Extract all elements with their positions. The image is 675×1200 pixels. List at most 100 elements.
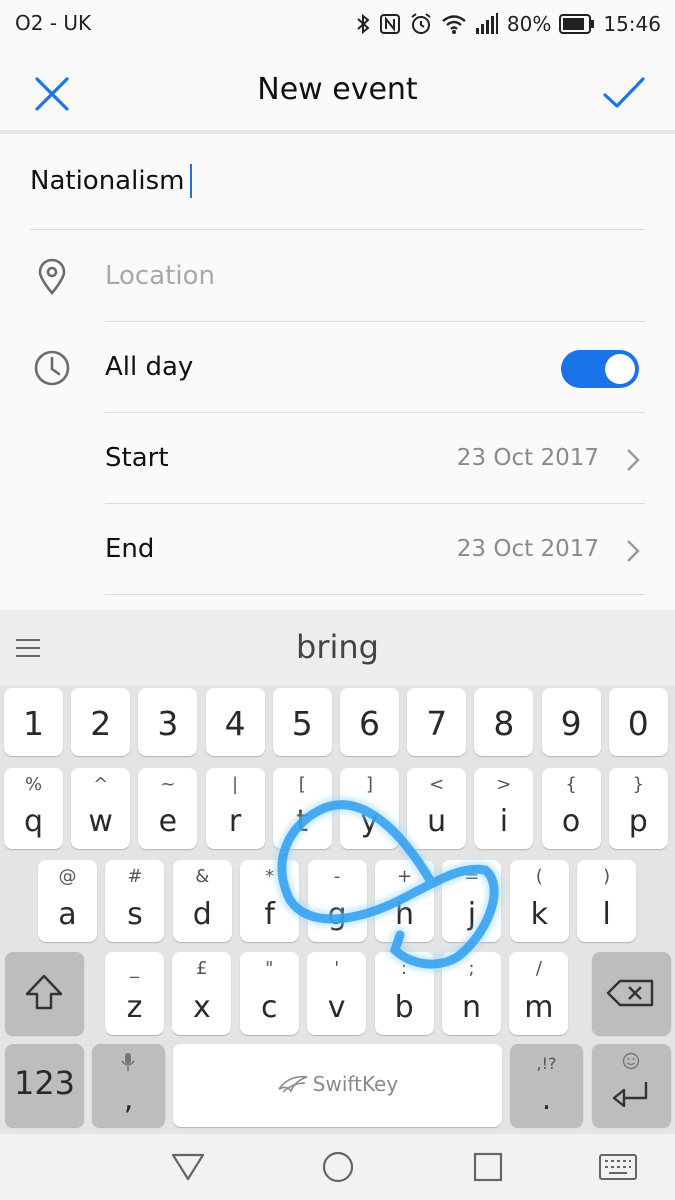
end-row[interactable]: End 23 Oct 2017 bbox=[0, 504, 675, 595]
key-q-label: q bbox=[23, 804, 44, 839]
key-o-alt-label: { bbox=[565, 774, 577, 795]
all-day-label: All day bbox=[105, 352, 194, 382]
location-row[interactable]: Location bbox=[0, 231, 675, 322]
key-z-alt-label: _ bbox=[130, 958, 139, 979]
key-d[interactable]: & d bbox=[172, 860, 232, 942]
page-title: New event bbox=[257, 72, 418, 107]
battery-icon bbox=[559, 14, 595, 34]
key-a[interactable]: @ a bbox=[38, 860, 97, 942]
key-v[interactable]: ' v bbox=[307, 952, 367, 1035]
key-p-alt-label: } bbox=[632, 774, 645, 795]
key-n-label: n bbox=[461, 990, 481, 1025]
event-title-text: Nationalism bbox=[30, 166, 185, 196]
key-6[interactable]: 6 bbox=[340, 688, 399, 756]
comma-key[interactable]: , bbox=[92, 1044, 165, 1127]
keyboard-switch-icon[interactable] bbox=[598, 1149, 638, 1185]
key-q-alt-label: % bbox=[24, 774, 43, 795]
key-b[interactable]: :b bbox=[374, 952, 434, 1035]
back-icon[interactable] bbox=[168, 1149, 208, 1185]
enter-key[interactable] bbox=[592, 1044, 671, 1127]
key-o[interactable]: {o bbox=[541, 768, 601, 849]
key-n[interactable]: ; n bbox=[442, 952, 501, 1035]
key-0[interactable]: 0 bbox=[608, 688, 668, 756]
key-j[interactable]: = j bbox=[442, 860, 502, 942]
shift-icon bbox=[25, 974, 63, 1010]
key-x[interactable]: £ x bbox=[172, 952, 232, 1035]
key-z[interactable]: _ z bbox=[105, 952, 164, 1035]
signal-icon bbox=[475, 13, 498, 34]
chevron-right-icon bbox=[627, 449, 640, 471]
key-l-label: l bbox=[602, 897, 611, 932]
key-p[interactable]: } p bbox=[608, 768, 668, 849]
key-c[interactable]: " c bbox=[239, 952, 299, 1035]
key-f[interactable]: * f bbox=[240, 860, 300, 942]
key-k-alt-label: ( bbox=[535, 866, 543, 887]
end-date: 23 Oct 2017 bbox=[456, 536, 599, 562]
key-h[interactable]: + h bbox=[375, 860, 434, 942]
word-suggestion[interactable]: bring bbox=[0, 628, 675, 666]
start-row[interactable]: Start 23 Oct 2017 bbox=[0, 413, 675, 504]
key-8[interactable]: 8 bbox=[474, 688, 534, 756]
key-s[interactable]: # s bbox=[105, 860, 165, 942]
key-e[interactable]: ~ e bbox=[138, 768, 198, 849]
key-q[interactable]: % q bbox=[4, 768, 63, 849]
key-z-label: z bbox=[126, 990, 143, 1025]
enter-icon bbox=[612, 1082, 648, 1108]
save-button[interactable] bbox=[601, 70, 647, 116]
location-input[interactable]: Location bbox=[105, 261, 215, 291]
numbers-key[interactable]: 123 bbox=[5, 1044, 84, 1127]
key-w-alt-label: ^ bbox=[93, 774, 109, 795]
event-title-field[interactable]: Nationalism bbox=[30, 134, 645, 230]
key-k[interactable]: (k bbox=[509, 860, 569, 942]
suggestion-bar: bring bbox=[0, 610, 675, 686]
shift-key[interactable] bbox=[5, 952, 84, 1035]
key-l[interactable]: ) l bbox=[577, 860, 637, 942]
key-1[interactable]: 1 bbox=[4, 688, 63, 756]
key-2[interactable]: 2 bbox=[71, 688, 131, 756]
backspace-key[interactable] bbox=[592, 952, 671, 1035]
key-4[interactable]: 4 bbox=[205, 688, 265, 756]
event-title-input[interactable]: Nationalism bbox=[30, 164, 193, 198]
key-g[interactable]: -g bbox=[307, 860, 367, 942]
key-9[interactable]: 9 bbox=[541, 688, 601, 756]
nfc-icon bbox=[379, 14, 400, 34]
key-y[interactable]: ] y bbox=[340, 768, 399, 849]
key-e-alt-label: ~ bbox=[160, 774, 176, 795]
key-r-label: r bbox=[228, 804, 242, 839]
divider bbox=[105, 594, 645, 595]
location-pin-icon bbox=[38, 258, 66, 295]
key-3[interactable]: 3 bbox=[138, 688, 198, 756]
key-a-label: a bbox=[58, 897, 77, 932]
home-icon[interactable] bbox=[318, 1149, 358, 1185]
all-day-row: All day bbox=[0, 322, 675, 413]
key-m[interactable]: / m bbox=[509, 952, 569, 1035]
period-key[interactable]: ,!? . bbox=[510, 1044, 583, 1127]
key-h-alt-label: + bbox=[396, 866, 413, 887]
all-day-toggle[interactable] bbox=[561, 350, 639, 388]
key-t[interactable]: [t bbox=[272, 768, 332, 849]
key-9-label: 9 bbox=[560, 704, 582, 743]
key-g-label: g bbox=[327, 897, 347, 932]
key-4-label: 4 bbox=[224, 704, 246, 743]
key-u[interactable]: < u bbox=[407, 768, 467, 849]
key-u-label: u bbox=[427, 804, 447, 839]
key-k-label: k bbox=[530, 897, 548, 932]
wifi-icon bbox=[442, 15, 466, 34]
alarm-icon bbox=[411, 13, 431, 34]
key-1-label: 1 bbox=[23, 704, 44, 743]
space-key[interactable]: SwiftKey bbox=[173, 1044, 502, 1127]
key-w[interactable]: ^ w bbox=[71, 768, 131, 849]
backspace-icon bbox=[606, 979, 654, 1007]
key-i-alt-label: > bbox=[496, 774, 512, 795]
key-r[interactable]: | r bbox=[205, 768, 265, 849]
status-bar: O2 - UK 80% 15:46 bbox=[0, 0, 675, 48]
key-i-label: i bbox=[499, 804, 509, 839]
recents-icon[interactable] bbox=[468, 1149, 508, 1185]
key-5[interactable]: 5 bbox=[272, 688, 332, 756]
key-i[interactable]: > i bbox=[474, 768, 534, 849]
key-o-label: o bbox=[561, 804, 581, 839]
period-key-label: . bbox=[541, 1082, 552, 1117]
key-7[interactable]: 7 bbox=[407, 688, 467, 756]
status-icons: 80% 15:46 bbox=[355, 8, 661, 40]
key-m-label: m bbox=[524, 990, 554, 1025]
